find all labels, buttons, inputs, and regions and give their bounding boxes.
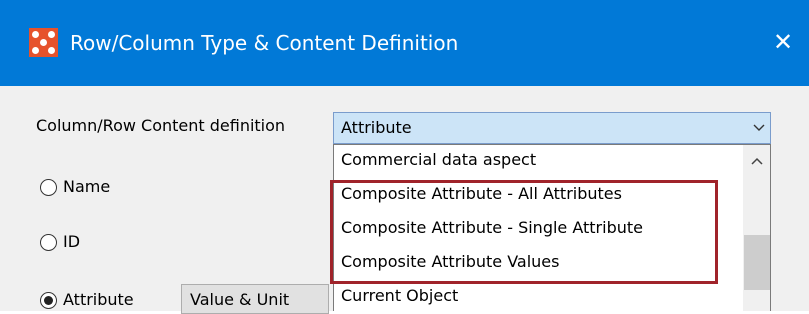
attribute-value-field[interactable]: Value & Unit [181, 284, 329, 314]
radio-attribute-label: Attribute [63, 290, 134, 309]
chevron-down-icon[interactable] [752, 120, 766, 134]
radio-attribute[interactable] [40, 292, 57, 309]
attribute-value-text: Value & Unit [190, 290, 290, 309]
scrollbar-thumb[interactable] [744, 235, 770, 290]
scroll-up-icon[interactable] [750, 155, 764, 167]
dropdown-scrollbar[interactable] [743, 145, 770, 311]
radio-id-label: ID [63, 232, 81, 251]
combobox-selected-value: Attribute [341, 118, 412, 137]
content-definition-combobox[interactable]: Attribute [333, 112, 771, 144]
radio-id[interactable] [40, 234, 57, 251]
window-title: Row/Column Type & Content Definition [70, 31, 459, 55]
highlight-box [330, 180, 718, 284]
radio-name[interactable] [40, 179, 57, 196]
content-definition-label: Column/Row Content definition [36, 116, 286, 135]
close-icon[interactable]: ✕ [768, 27, 798, 57]
title-bar: Row/Column Type & Content Definition ✕ [0, 0, 809, 86]
list-item-commercial-data-aspect[interactable]: Commercial data aspect [334, 145, 742, 177]
radio-name-label: Name [63, 177, 111, 196]
app-icon [29, 28, 58, 57]
